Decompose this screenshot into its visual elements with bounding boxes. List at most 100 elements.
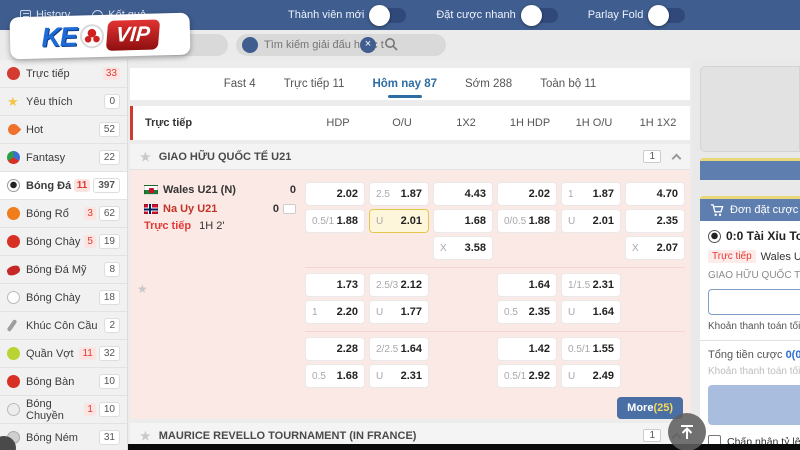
handicap-value: U xyxy=(376,307,383,318)
sidebar-item-bong-a[interactable]: Bóng Đá11397 xyxy=(0,172,127,200)
odds-columns: HDPO/U1X21H HDP1H O/U1H 1X2 xyxy=(308,117,688,129)
sidebar-item-bong-ro[interactable]: Bóng Rổ362 xyxy=(0,200,127,228)
league-header-1[interactable]: GIAO HỮU QUỐC TẾ U21 1 xyxy=(130,144,690,170)
toggle-at-cuoc-nhanh[interactable]: Đặt cược nhanh xyxy=(436,8,557,23)
match-favorite-star-icon[interactable] xyxy=(137,282,148,296)
odds-cell[interactable]: 2.02 xyxy=(497,182,557,206)
total-count-badge: 8 xyxy=(104,262,120,277)
stake-input[interactable] xyxy=(708,289,800,315)
odds-value: 2.35 xyxy=(657,215,678,227)
toggle-switch[interactable] xyxy=(651,8,685,23)
tab-som-288[interactable]: Sớm 288 xyxy=(465,78,512,90)
favorite-star-icon[interactable] xyxy=(140,429,151,443)
odds-cell[interactable]: 2.02 xyxy=(305,182,365,206)
toggle-switch[interactable] xyxy=(524,8,558,23)
odds-cell[interactable]: U1.77 xyxy=(369,300,429,324)
sidebar-item-fantasy[interactable]: Fantasy22 xyxy=(0,144,127,172)
odds-cell[interactable]: 0.5/11.88 xyxy=(305,209,365,233)
basketball-icon xyxy=(7,207,20,220)
sidebar-item-badges: 2 xyxy=(104,318,120,333)
favorite-star-icon[interactable] xyxy=(140,150,151,164)
odds-cell[interactable]: 4.70 xyxy=(625,182,685,206)
total-count-badge: 32 xyxy=(99,346,120,361)
odds-cell[interactable]: 2.51.87 xyxy=(369,182,429,206)
ball-red-icon xyxy=(7,235,20,248)
odds-cell[interactable]: X2.07 xyxy=(625,236,685,260)
odds-value: 1.64 xyxy=(529,279,550,291)
sidebar-item-bong-chuyen[interactable]: Bóng Chuyền110 xyxy=(0,396,127,424)
hockey-icon xyxy=(7,319,18,332)
odds-grid: 2.022.51.874.432.0211.874.700.5/11.88U2.… xyxy=(305,178,685,419)
tab-truc-tiep-11[interactable]: Trực tiếp 11 xyxy=(284,78,345,90)
odds-cell[interactable]: 2.28 xyxy=(305,337,365,361)
search-icon[interactable] xyxy=(384,37,398,54)
odds-cell[interactable]: 12.20 xyxy=(305,300,365,324)
sidebar-item-bong-chay[interactable]: Bóng Chày519 xyxy=(0,228,127,256)
sidebar-item-truc-tiep[interactable]: Trực tiếp33 xyxy=(0,60,127,88)
sidebar-item-khuc-con-cau[interactable]: Khúc Côn Cầu2 xyxy=(0,312,127,340)
odds-cell[interactable]: 1.64 xyxy=(497,273,557,297)
sidebar-item-yeu-thich[interactable]: Yêu thích0 xyxy=(0,88,127,116)
sidebar-item-hot[interactable]: Hot52 xyxy=(0,116,127,144)
odds-cell[interactable]: 0.51.68 xyxy=(305,364,365,388)
odds-cell[interactable]: U1.64 xyxy=(561,300,621,324)
place-bet-button[interactable]: L xyxy=(708,385,800,425)
tab-toan-bo-11[interactable]: Toàn bộ 11 xyxy=(540,78,596,90)
total-count-badge: 0 xyxy=(104,94,120,109)
match-view-tab-bar[interactable] xyxy=(700,158,800,180)
column-header-1h-1x2: 1H 1X2 xyxy=(628,117,688,129)
match-stats-icon[interactable] xyxy=(283,204,296,214)
hot-count-badge: 1 xyxy=(84,403,96,416)
odds-cell[interactable]: U2.01 xyxy=(369,209,429,233)
odds-cell[interactable]: 0.5/11.55 xyxy=(561,337,621,361)
sidebar-item-quan-vot[interactable]: Quần Vợt1132 xyxy=(0,340,127,368)
sidebar-item-bong-chay[interactable]: Bóng Chày18 xyxy=(0,284,127,312)
sidebar-item-bong-a-my[interactable]: Bóng Đá Mỹ8 xyxy=(0,256,127,284)
sidebar-item-bong-ban[interactable]: Bóng Bàn10 xyxy=(0,368,127,396)
handicap-value: 0.5 xyxy=(312,371,326,382)
odds-cell[interactable]: 1.68 xyxy=(433,209,493,233)
toggle-thanh-vien-moi[interactable]: Thành viên mới xyxy=(288,8,406,23)
scroll-to-top-button[interactable] xyxy=(668,413,706,450)
odds-cell[interactable]: 1.73 xyxy=(305,273,365,297)
odds-cell[interactable]: 2/2.51.64 xyxy=(369,337,429,361)
odds-cell[interactable]: 11.87 xyxy=(561,182,621,206)
odds-cell[interactable]: U2.01 xyxy=(561,209,621,233)
clear-search-icon[interactable] xyxy=(360,37,376,53)
hot-count-badge: 11 xyxy=(74,179,91,192)
odds-cell[interactable]: U2.49 xyxy=(561,364,621,388)
tab-hom-nay-87[interactable]: Hôm nay 87 xyxy=(372,78,437,90)
toggle-switch[interactable] xyxy=(372,8,406,23)
more-button[interactable]: More(25) xyxy=(617,397,683,419)
odds-cell[interactable]: 0/0.51.88 xyxy=(497,209,557,233)
sidebar-item-badges: 33 xyxy=(103,67,120,80)
more-label: More xyxy=(627,402,653,414)
tab-fast-4[interactable]: Fast 4 xyxy=(224,78,256,90)
odds-value: 1.55 xyxy=(593,343,614,355)
search-bar[interactable] xyxy=(236,34,446,56)
keovip-logo[interactable]: KE VIP xyxy=(9,13,190,60)
more-count: (25) xyxy=(653,402,673,414)
odds-cell[interactable]: 1/1.52.31 xyxy=(561,273,621,297)
live-status-label: Trực tiếp xyxy=(144,220,191,232)
odds-value: 2.02 xyxy=(337,188,358,200)
live-icon xyxy=(7,67,20,80)
sidebar-item-bong-nem[interactable]: Bóng Ném31 xyxy=(0,424,127,450)
total-stake-value: 0(0) xyxy=(786,349,800,361)
odds-cell[interactable]: 0.5/12.92 xyxy=(497,364,557,388)
odds-cell[interactable]: X3.58 xyxy=(433,236,493,260)
odds-cell[interactable]: U2.31 xyxy=(369,364,429,388)
match-info[interactable]: Wales U21 (N) 0 Na Uy U21 0 Trực tiếp 1H… xyxy=(144,180,296,232)
handicap-value: 1 xyxy=(312,307,318,318)
toggle-parlay-fold[interactable]: Parlay Fold xyxy=(588,8,686,23)
odds-cell[interactable]: 4.43 xyxy=(433,182,493,206)
odds-cell[interactable]: 2.35 xyxy=(625,209,685,233)
total-count-badge: 22 xyxy=(99,150,120,165)
collapse-chevron-icon[interactable] xyxy=(672,153,682,163)
betslip-header[interactable]: Đơn đặt cược xyxy=(700,196,800,221)
odds-row: 12.20U1.77 0.52.35U1.64 xyxy=(305,300,685,324)
handicap-value: 0/0.5 xyxy=(504,216,526,227)
odds-cell[interactable]: 1.42 xyxy=(497,337,557,361)
odds-cell[interactable]: 2.5/32.12 xyxy=(369,273,429,297)
odds-cell[interactable]: 0.52.35 xyxy=(497,300,557,324)
